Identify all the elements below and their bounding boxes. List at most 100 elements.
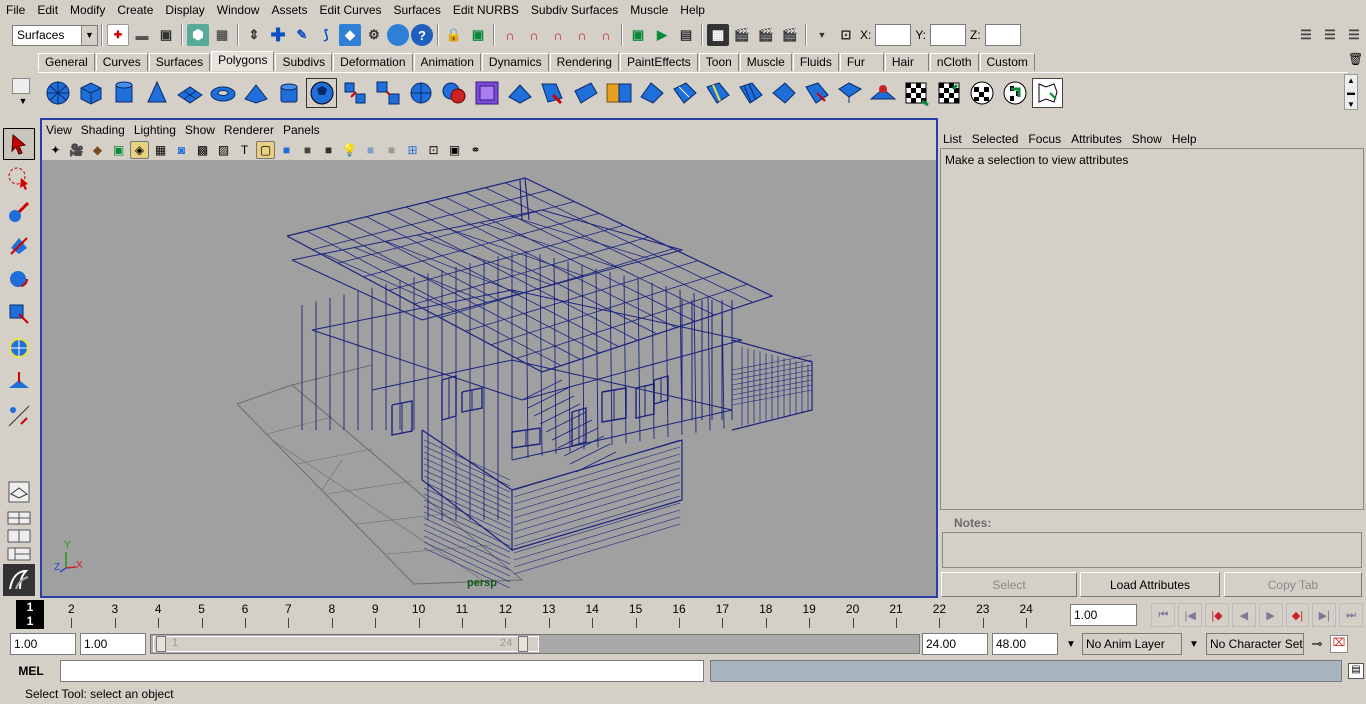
extrude-icon[interactable]: [504, 78, 535, 108]
slide-edge-icon[interactable]: [768, 78, 799, 108]
tab-polygons[interactable]: Polygons: [211, 51, 275, 71]
magnet-live-icon[interactable]: ∩: [595, 24, 617, 46]
render-view-icon[interactable]: ▦: [707, 24, 729, 46]
flat-shade-icon[interactable]: ■: [298, 141, 317, 159]
poly-torus-icon[interactable]: [207, 78, 238, 108]
menu-file[interactable]: File: [0, 0, 31, 20]
isolate-select-icon[interactable]: ⊡: [424, 141, 443, 159]
light-icon[interactable]: 💡: [340, 141, 359, 159]
menu-surfaces[interactable]: Surfaces: [388, 0, 447, 20]
attr-menu-list[interactable]: List: [943, 132, 962, 146]
split-polygon-icon[interactable]: [669, 78, 700, 108]
attr-menu-attributes[interactable]: Attributes: [1071, 132, 1122, 146]
go-to-start-icon[interactable]: ⏮: [1151, 603, 1176, 627]
select-highlight-icon[interactable]: ▣: [467, 24, 489, 46]
tab-fluids[interactable]: Fluids: [792, 53, 839, 71]
menu-help[interactable]: Help: [674, 0, 711, 20]
poly-cube-icon[interactable]: [75, 78, 106, 108]
select-hierarchy-icon[interactable]: ⬢: [187, 24, 209, 46]
attr-menu-focus[interactable]: Focus: [1028, 132, 1061, 146]
script-language-toggle[interactable]: MEL: [2, 660, 60, 682]
step-back-key-icon[interactable]: |◆: [1205, 603, 1229, 627]
select-component-icon[interactable]: ⇕: [243, 24, 265, 46]
camera-attributes-icon[interactable]: 🎥: [67, 141, 86, 159]
range-bar[interactable]: 1 24: [153, 636, 539, 652]
render-settings-icon[interactable]: 🎬: [779, 24, 801, 46]
smooth-shade-icon[interactable]: ■: [277, 141, 296, 159]
menu-edit-curves[interactable]: Edit Curves: [313, 0, 387, 20]
planar-map-icon[interactable]: [933, 78, 964, 108]
snap-surface-icon[interactable]: ⚙: [363, 24, 385, 46]
tab-subdivs[interactable]: Subdivs: [275, 53, 333, 71]
input-mode-icon[interactable]: ▼: [811, 24, 833, 46]
film-gate-icon[interactable]: ◙: [172, 141, 191, 159]
bridge-icon[interactable]: [537, 78, 568, 108]
go-to-end-icon[interactable]: ⏭: [1339, 603, 1363, 627]
merge-icon[interactable]: [834, 78, 865, 108]
menu-set-select[interactable]: Surfaces ▼: [12, 24, 98, 46]
attr-menu-selected[interactable]: Selected: [972, 132, 1019, 146]
snap-curve-icon[interactable]: ✎: [291, 24, 313, 46]
load-attributes-button[interactable]: Load Attributes: [1080, 572, 1220, 597]
tab-custom[interactable]: Custom: [979, 53, 1035, 71]
x-field[interactable]: [875, 24, 912, 46]
viewport-menu-show[interactable]: Show: [185, 123, 215, 137]
animation-preferences-icon[interactable]: ⌧: [1330, 635, 1348, 653]
attr-menu-show[interactable]: Show: [1132, 132, 1162, 146]
spherical-map-icon[interactable]: [999, 78, 1030, 108]
range-track[interactable]: 1 24: [150, 634, 920, 654]
select-camera-icon[interactable]: ✦: [46, 141, 65, 159]
hypershade-icon[interactable]: ⚭: [466, 141, 485, 159]
character-set-select[interactable]: No Character Set: [1206, 633, 1304, 655]
poly-cone-icon[interactable]: [141, 78, 172, 108]
poly-pipe-icon[interactable]: [273, 78, 304, 108]
help-icon[interactable]: ?: [411, 24, 433, 46]
perspective-viewport[interactable]: persp Y X Z: [42, 160, 936, 596]
insert-edge-loop-icon[interactable]: [702, 78, 733, 108]
step-forward-key-icon[interactable]: ◆|: [1285, 603, 1310, 627]
smooth-icon[interactable]: [405, 78, 436, 108]
tab-dynamics[interactable]: Dynamics: [481, 53, 549, 71]
outliner-layout-icon[interactable]: [3, 546, 35, 562]
move-tool-icon[interactable]: [3, 230, 35, 262]
y-field[interactable]: [930, 24, 967, 46]
combine-icon[interactable]: [339, 78, 370, 108]
menu-muscle[interactable]: Muscle: [624, 0, 674, 20]
ipr-render-icon[interactable]: ▤: [675, 24, 697, 46]
range-end-handle[interactable]: [518, 636, 528, 652]
textured-icon[interactable]: ■: [319, 141, 338, 159]
time-slider[interactable]: 1 1 2 3 4 5 6 7 8 9 10 11 12 13 14 15 16 17 18 19 20 21 22 23…: [16, 600, 1068, 630]
menu-create[interactable]: Create: [111, 0, 159, 20]
tab-rendering[interactable]: Rendering: [549, 53, 619, 71]
step-forward-frame-icon[interactable]: ▶|: [1312, 603, 1337, 627]
menu-display[interactable]: Display: [159, 0, 210, 20]
z-field[interactable]: [984, 24, 1021, 46]
snap-view-plane-icon[interactable]: ◆: [339, 24, 361, 46]
universal-manipulator-icon[interactable]: [3, 332, 35, 364]
viewport-menu-view[interactable]: View: [46, 123, 72, 137]
poly-sphere-icon[interactable]: [42, 78, 73, 108]
hud-icon[interactable]: ▣: [445, 141, 464, 159]
live-surface-icon[interactable]: [387, 24, 409, 46]
absolute-transform-icon[interactable]: ⊡: [835, 24, 857, 46]
tab-curves[interactable]: Curves: [95, 53, 148, 71]
auto-key-icon[interactable]: ⊸: [1304, 636, 1330, 652]
tab-general[interactable]: General: [38, 53, 95, 71]
magnet-point-icon[interactable]: ∩: [547, 24, 569, 46]
lasso-tool-icon[interactable]: [3, 162, 35, 194]
frame-selection-icon[interactable]: ⊞: [403, 141, 422, 159]
tab-painteffects[interactable]: PaintEffects: [619, 53, 698, 71]
shelf-menu-icon[interactable]: ▼: [12, 96, 34, 106]
tool-settings-toggle-icon[interactable]: ☰: [1343, 24, 1365, 46]
auto-map-icon[interactable]: [1032, 77, 1063, 108]
attribute-editor-toggle-icon[interactable]: ☰: [1319, 24, 1341, 46]
channel-box-toggle-icon[interactable]: ☰: [1295, 24, 1317, 46]
render-region-icon[interactable]: ▶: [651, 24, 673, 46]
grid-icon[interactable]: ▦: [151, 141, 170, 159]
boolean-difference-icon[interactable]: [471, 78, 502, 108]
menu-edit[interactable]: Edit: [31, 0, 64, 20]
shelf-scroll[interactable]: ▲ ▬ ▼: [1344, 74, 1358, 110]
single-pane-layout-icon[interactable]: [3, 476, 35, 508]
construction-history-icon[interactable]: ▣: [627, 24, 649, 46]
shelf-editor-icon[interactable]: [12, 78, 30, 94]
